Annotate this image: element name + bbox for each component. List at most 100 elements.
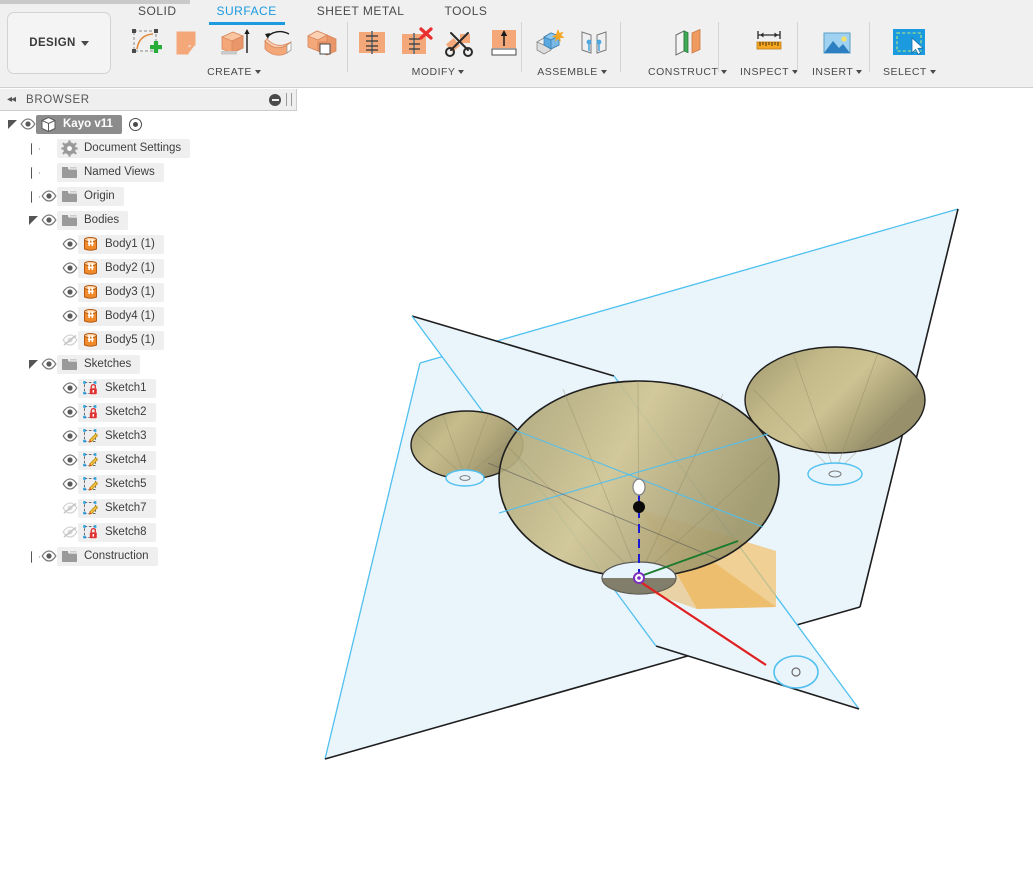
visibility-eye-icon[interactable]: [62, 476, 78, 492]
chevron-down-icon[interactable]: [458, 70, 465, 75]
tree-node-sketch5-chip[interactable]: Sketch5: [78, 474, 156, 494]
extrude-button[interactable]: [214, 22, 254, 64]
expand-toggle-icon[interactable]: [6, 117, 20, 131]
visibility-eye-icon[interactable]: [62, 452, 78, 468]
tree-node-body5[interactable]: Body5 (1): [0, 328, 297, 352]
tree-node-body1-chip[interactable]: Body1 (1): [78, 234, 164, 254]
visibility-eye-hidden-icon[interactable]: [62, 332, 78, 348]
expand-toggle-icon[interactable]: [27, 213, 41, 227]
tree-node-root[interactable]: Kayo v11: [0, 112, 297, 136]
tree-node-body2[interactable]: Body2 (1): [0, 256, 297, 280]
visibility-eye-hidden-icon[interactable]: [62, 524, 78, 540]
tree-node-sketch1[interactable]: Sketch1: [0, 376, 297, 400]
stitch-icon: [359, 31, 385, 54]
visibility-eye-hidden-icon[interactable]: [62, 500, 78, 516]
visibility-eye-icon[interactable]: [62, 404, 78, 420]
chevron-down-icon[interactable]: [600, 70, 607, 75]
tree-node-sketches[interactable]: Sketches: [0, 352, 297, 376]
chevron-down-icon[interactable]: [254, 70, 261, 75]
tree-node-label: Sketches: [84, 358, 132, 370]
tree-node-construction-chip[interactable]: Construction: [57, 546, 158, 566]
tree-node-body4-chip[interactable]: Body4 (1): [78, 306, 164, 326]
collapse-left-icon[interactable]: ◂◂: [7, 94, 16, 105]
extend-icon: [491, 30, 517, 56]
minimize-icon[interactable]: [269, 93, 281, 106]
visibility-eye-icon[interactable]: [41, 356, 57, 372]
visibility-eye-icon[interactable]: [62, 308, 78, 324]
insert-image-button[interactable]: [817, 22, 857, 64]
visibility-eye-icon[interactable]: [62, 260, 78, 276]
sketch-editable-icon: [82, 500, 99, 517]
expand-toggle-icon[interactable]: [27, 189, 41, 203]
extend-button[interactable]: [484, 22, 524, 64]
offset-button[interactable]: [302, 22, 342, 64]
tree-node-body4[interactable]: Body4 (1): [0, 304, 297, 328]
tree-node-sketch5[interactable]: Sketch5: [0, 472, 297, 496]
body-icon: [82, 260, 99, 277]
expand-toggle-icon[interactable]: [27, 549, 41, 563]
tree-node-body3-chip[interactable]: Body3 (1): [78, 282, 164, 302]
expand-toggle-icon[interactable]: [27, 141, 41, 155]
measure-ruler-icon: [756, 31, 782, 50]
joint-button[interactable]: [574, 22, 614, 64]
tree-node-sketch3[interactable]: Sketch3: [0, 424, 297, 448]
tree-node-named-views[interactable]: Named Views: [0, 160, 297, 184]
3d-canvas[interactable]: [298, 89, 1033, 888]
tree-node-construction[interactable]: Construction: [0, 544, 297, 568]
visibility-eye-icon[interactable]: [62, 380, 78, 396]
trim-button[interactable]: [440, 22, 480, 64]
chevron-down-icon[interactable]: [721, 70, 728, 75]
tree-node-body2-chip[interactable]: Body2 (1): [78, 258, 164, 278]
activate-component-radio[interactable]: [128, 117, 142, 131]
revolve-button[interactable]: [258, 22, 298, 64]
expand-toggle-icon[interactable]: [27, 357, 41, 371]
tree-node-origin-chip[interactable]: Origin: [57, 186, 124, 206]
tree-node-bodies[interactable]: Bodies: [0, 208, 297, 232]
tree-node-document-settings-chip[interactable]: Document Settings: [57, 138, 191, 158]
tree-node-sketch1-chip[interactable]: Sketch1: [78, 378, 156, 398]
tree-node-sketch8-chip[interactable]: Sketch8: [78, 522, 156, 542]
offset-plane-button[interactable]: [668, 22, 708, 64]
tree-node-label: Named Views: [84, 166, 155, 178]
visibility-eye-icon[interactable]: [62, 428, 78, 444]
chevron-down-icon[interactable]: [856, 70, 863, 75]
tree-node-body1[interactable]: Body1 (1): [0, 232, 297, 256]
chevron-down-icon[interactable]: [929, 70, 936, 75]
ribbon-group-construct: CONSTRUCT: [648, 20, 728, 84]
expand-toggle-icon[interactable]: [27, 165, 41, 179]
visibility-eye-icon[interactable]: [41, 548, 57, 564]
tree-node-root-chip[interactable]: Kayo v11: [36, 114, 122, 134]
tree-node-sketch2[interactable]: Sketch2: [0, 400, 297, 424]
tree-node-sketch4-chip[interactable]: Sketch4: [78, 450, 156, 470]
tree-node-sketches-chip[interactable]: Sketches: [57, 354, 141, 374]
ribbon-separator: [718, 22, 719, 72]
tree-node-sketch8[interactable]: Sketch8: [0, 520, 297, 544]
visibility-eye-icon[interactable]: [62, 284, 78, 300]
tree-node-origin[interactable]: Origin: [0, 184, 297, 208]
tree-node-sketch3-chip[interactable]: Sketch3: [78, 426, 156, 446]
new-component-button[interactable]: [530, 22, 570, 64]
visibility-eye-icon[interactable]: [62, 236, 78, 252]
visibility-eye-icon[interactable]: [20, 116, 36, 132]
create-sketch-button[interactable]: [126, 22, 166, 64]
tree-node-sketch7[interactable]: Sketch7: [0, 496, 297, 520]
patch-button[interactable]: [170, 22, 210, 64]
tree-node-document-settings[interactable]: Document Settings: [0, 136, 297, 160]
unstitch-button[interactable]: [396, 22, 436, 64]
tree-node-body5-chip[interactable]: Body5 (1): [78, 330, 164, 350]
ribbon-separator: [869, 22, 870, 72]
workspace-switcher-button[interactable]: DESIGN: [7, 12, 111, 74]
visibility-eye-icon[interactable]: [41, 212, 57, 228]
tree-node-sketch4[interactable]: Sketch4: [0, 448, 297, 472]
measure-button[interactable]: [749, 22, 789, 64]
tree-node-sketch7-chip[interactable]: Sketch7: [78, 498, 156, 518]
tree-node-sketch2-chip[interactable]: Sketch2: [78, 402, 156, 422]
visibility-eye-icon[interactable]: [41, 188, 57, 204]
stitch-button[interactable]: [352, 22, 392, 64]
panel-resize-grip[interactable]: [286, 93, 292, 106]
tree-node-bodies-chip[interactable]: Bodies: [57, 210, 129, 230]
tree-node-named-views-chip[interactable]: Named Views: [57, 162, 164, 182]
select-button[interactable]: [889, 22, 929, 64]
tree-node-body3[interactable]: Body3 (1): [0, 280, 297, 304]
joint-icon: [581, 31, 607, 54]
